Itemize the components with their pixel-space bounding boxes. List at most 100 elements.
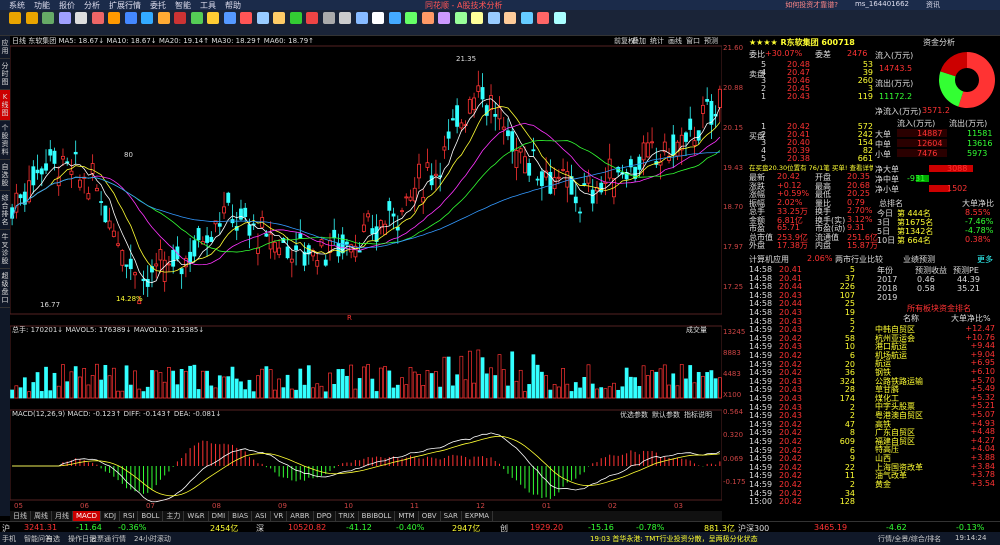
left-tab-7[interactable]: 超 级 盘 口: [0, 269, 10, 308]
indicator-tab-18[interactable]: OBV: [419, 511, 441, 521]
candle: [434, 173, 438, 177]
indicator-tab-7[interactable]: 主力: [163, 511, 185, 521]
indicator-tab-9[interactable]: DMI: [209, 511, 230, 521]
status-item-2: -11.64: [76, 523, 102, 532]
footer-link-0[interactable]: 手机: [2, 534, 16, 544]
volume-tab[interactable]: 成交量: [686, 325, 707, 334]
volume-bar: [256, 375, 260, 399]
volume-bar: [607, 386, 612, 399]
indicator-tab-5[interactable]: RSI: [120, 511, 139, 521]
volume-bar: [336, 369, 341, 399]
toolbar: [0, 10, 1000, 36]
indicator-tab-8[interactable]: W&R: [184, 511, 209, 521]
menu-item-4[interactable]: 扩展行情: [109, 0, 141, 11]
indicator-tab-4[interactable]: KDJ: [101, 511, 121, 521]
chart-tool-4[interactable]: 窗口: [686, 36, 700, 45]
indicator-tab-16[interactable]: BBIBOLL: [359, 511, 396, 521]
volume-bar: [264, 366, 269, 399]
macd-tab-0[interactable]: 优选参数: [620, 410, 648, 419]
indicator-tab-2[interactable]: 月线: [52, 511, 73, 521]
menu-right-0[interactable]: 如何投资才靠谱?: [785, 0, 838, 10]
indicator-tab-19[interactable]: SAR: [441, 511, 462, 521]
candle: [582, 183, 587, 186]
indicator-tab-15[interactable]: TRIX: [336, 511, 359, 521]
candle: [78, 179, 82, 188]
volume-bar: [128, 384, 133, 399]
macd-tab-1[interactable]: 默认参数: [652, 410, 680, 419]
ring-hole: [955, 68, 979, 92]
indicator-tab-10[interactable]: BIAS: [229, 511, 253, 521]
menu-item-3[interactable]: 分析: [84, 0, 100, 11]
chart-tool-2[interactable]: 统计: [650, 36, 664, 45]
quote-value: 17.38万: [777, 241, 808, 250]
ticks-sector: 计算机应用: [749, 255, 789, 264]
chart-tool-3[interactable]: 画线: [668, 36, 682, 45]
menu-item-2[interactable]: 报价: [59, 0, 75, 11]
quote-label: 外盘: [749, 241, 765, 250]
buy-side-label: 买盘: [749, 132, 765, 141]
menu-item-5[interactable]: 委托: [150, 0, 166, 11]
pct-label: 14.28%: [116, 295, 143, 303]
volume-bar: [35, 372, 40, 399]
candle: [99, 201, 104, 203]
volume-bar: [548, 389, 553, 399]
volume-bar: [429, 373, 434, 399]
candle: [31, 166, 36, 186]
footer-right[interactable]: 行情/全景/综合/排名: [878, 534, 941, 544]
kline-chart[interactable]: 日线 东软集团 MA5: 18.67↓ MA10: 18.67↓ MA20: 1…: [9, 36, 723, 511]
toolbar-icon-26: [438, 12, 450, 24]
candle: [179, 268, 184, 275]
menu-item-7[interactable]: 工具: [200, 0, 216, 11]
toolbar-button-33[interactable]: [549, 11, 571, 35]
chart-tool-1[interactable]: 叠加: [632, 36, 646, 45]
indicator-tab-14[interactable]: DPO: [314, 511, 336, 521]
flow-out-label: 流出(万元): [875, 79, 914, 88]
menu-item-0[interactable]: 系统: [9, 0, 25, 11]
left-tab-5[interactable]: 综 合 排 名: [0, 191, 10, 230]
net-row-label: 净小单: [875, 185, 899, 194]
indicator-tab-20[interactable]: EXPMA: [462, 511, 494, 521]
left-tab-4[interactable]: 自 选 股: [0, 160, 10, 191]
forecast-cell: 0.58: [917, 284, 935, 293]
candle: [133, 272, 137, 276]
chart-tool-5[interactable]: 预测: [704, 36, 718, 45]
volume-bar: [124, 365, 129, 399]
footer-link-2[interactable]: 自选: [46, 534, 60, 544]
candle: [641, 142, 646, 161]
indicator-tab-6[interactable]: BOLL: [138, 511, 164, 521]
menu-right-2[interactable]: 资讯: [926, 0, 940, 10]
footer-link-4[interactable]: 股票通: [90, 534, 111, 544]
indicator-tab-11[interactable]: ASI: [252, 511, 271, 521]
indicator-tab-3[interactable]: MACD: [73, 511, 101, 521]
menu-right-1[interactable]: ms_164401662: [855, 0, 909, 10]
indicator-tab-12[interactable]: VR: [271, 511, 288, 521]
price-tick-5: 17.97: [723, 243, 744, 252]
candle: [459, 122, 464, 129]
candle: [476, 85, 481, 92]
indicator-tab-1[interactable]: 周线: [31, 511, 52, 521]
status-item-7: -41.12: [346, 523, 372, 532]
left-tab-1[interactable]: 分 时 图: [0, 59, 10, 90]
macd-tab-2[interactable]: 指标说明: [684, 410, 712, 419]
menu-item-1[interactable]: 功能: [34, 0, 50, 11]
left-tab-3[interactable]: 个 股 资 料: [0, 121, 10, 160]
left-tab-6[interactable]: 牛 叉 诊 股: [0, 230, 10, 269]
indicator-tab-0[interactable]: 日线: [10, 511, 31, 521]
footer-link-6[interactable]: 24小时滚动: [134, 534, 171, 544]
indicator-tab-13[interactable]: ARBR: [287, 511, 314, 521]
left-tab-2[interactable]: K 线 图: [0, 90, 10, 121]
volume-bar: [260, 368, 265, 399]
indicator-tab-17[interactable]: MTM: [395, 511, 419, 521]
weibi-label: 委比: [749, 50, 765, 59]
footer-link-5[interactable]: 行情: [112, 534, 126, 544]
price-tick-1: 20.88: [723, 83, 744, 92]
menu-item-8[interactable]: 帮助: [225, 0, 241, 11]
candle: [688, 118, 693, 130]
left-tab-0[interactable]: 应 用: [0, 36, 10, 59]
menu-item-6[interactable]: 智能: [175, 0, 191, 11]
chart-area[interactable]: 日线 东软集团 MA5: 18.67↓ MA10: 18.67↓ MA20: 1…: [9, 36, 723, 516]
candle: [497, 107, 502, 120]
volume-bar: [383, 366, 387, 399]
volume-bar: [688, 365, 693, 399]
news-ticker[interactable]: 19:03 首华永港: TMT行业投资分散，呈两极分化状态: [590, 534, 758, 544]
